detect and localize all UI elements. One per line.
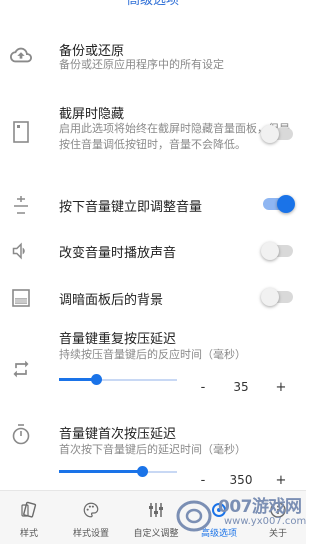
first-delay-minus-button[interactable]: - — [196, 473, 210, 488]
repeat-delay-slider[interactable] — [59, 373, 177, 387]
repeat-delay-slider-thumb[interactable] — [91, 374, 102, 385]
hide-on-screenshot-toggle[interactable] — [261, 125, 295, 143]
style-icon — [20, 501, 38, 519]
nav-label-advanced: 高级选项 — [200, 529, 237, 539]
instant-adjust-toggle[interactable] — [261, 195, 295, 213]
first-delay-slider-thumb[interactable] — [137, 466, 148, 477]
dim-background-toggle[interactable] — [261, 288, 295, 306]
cloud-upload-icon — [10, 44, 32, 66]
first-delay-plus-button[interactable]: + — [274, 473, 288, 488]
advanced-icon — [210, 501, 228, 519]
speaker-icon — [10, 240, 32, 262]
timer-icon — [10, 423, 32, 445]
first-delay-value: 350 — [229, 473, 253, 487]
first-delay-title: 音量键首次按压延迟 — [59, 427, 177, 442]
plus-minus-icon — [10, 194, 32, 216]
nav-item-style-settings[interactable]: 样式设置 — [58, 491, 124, 544]
nav-item-style[interactable]: 样式 — [0, 491, 58, 544]
play-sound-item[interactable]: 改变音量时播放声音 — [0, 240, 306, 262]
bottom-navigation: 样式 样式设置 自定义调整 高级选项 关于 — [0, 490, 306, 544]
dim-background-item[interactable]: 调暗面板后的背景 — [0, 287, 306, 309]
dim-background-title: 调暗面板后的背景 — [59, 293, 164, 308]
hide-on-screenshot-title: 截屏时隐藏 — [59, 107, 125, 122]
repeat-delay-minus-button[interactable]: - — [196, 380, 210, 395]
page-header: 高级选项 — [0, 0, 306, 14]
phone-outline-icon — [10, 121, 32, 143]
dimmed-grid-icon — [10, 287, 32, 309]
nav-item-advanced[interactable]: 高级选项 — [188, 491, 250, 544]
nav-label-style: 样式 — [19, 529, 38, 539]
repeat-icon — [10, 358, 32, 380]
instant-adjust-item[interactable]: 按下音量键立即调整音量 — [0, 194, 306, 216]
instant-adjust-title: 按下音量键立即调整音量 — [59, 200, 203, 215]
nav-label-style-settings: 样式设置 — [72, 529, 109, 539]
first-delay-item: 音量键首次按压延迟 首次按下音量键后的延迟时间（毫秒） - 350 + — [0, 423, 306, 493]
nav-item-about[interactable]: 关于 — [250, 491, 306, 544]
nav-label-about: 关于 — [268, 529, 287, 539]
repeat-delay-item: 音量键重复按压延迟 持续按压音量键后的反应时间（毫秒） - 35 + — [0, 328, 306, 398]
hide-on-screenshot-item[interactable]: 截屏时隐藏 启用此选项将始终在截屏时隐藏音量面板，但是按住音量调低按钮时，音量不… — [0, 103, 306, 165]
backup-desc: 备份或还原应用程序中的所有设定 — [59, 58, 224, 71]
first-delay-desc: 首次按下音量键后的延迟时间（毫秒） — [59, 443, 246, 456]
nav-item-custom-adjust[interactable]: 自定义调整 — [124, 491, 188, 544]
play-sound-toggle[interactable] — [261, 242, 295, 260]
repeat-delay-plus-button[interactable]: + — [274, 380, 288, 395]
palette-icon — [82, 501, 100, 519]
tune-icon — [147, 501, 165, 519]
nav-label-custom-adjust: 自定义调整 — [133, 529, 179, 539]
repeat-delay-title: 音量键重复按压延迟 — [59, 332, 177, 347]
page-title: 高级选项 — [126, 0, 179, 8]
backup-restore-item[interactable]: 备份或还原 备份或还原应用程序中的所有设定 — [0, 40, 306, 80]
first-delay-slider[interactable] — [59, 465, 177, 479]
repeat-delay-desc: 持续按压音量键后的反应时间（毫秒） — [59, 348, 246, 361]
play-sound-title: 改变音量时播放声音 — [59, 246, 177, 261]
repeat-delay-value: 35 — [233, 380, 249, 394]
info-icon — [269, 501, 287, 519]
